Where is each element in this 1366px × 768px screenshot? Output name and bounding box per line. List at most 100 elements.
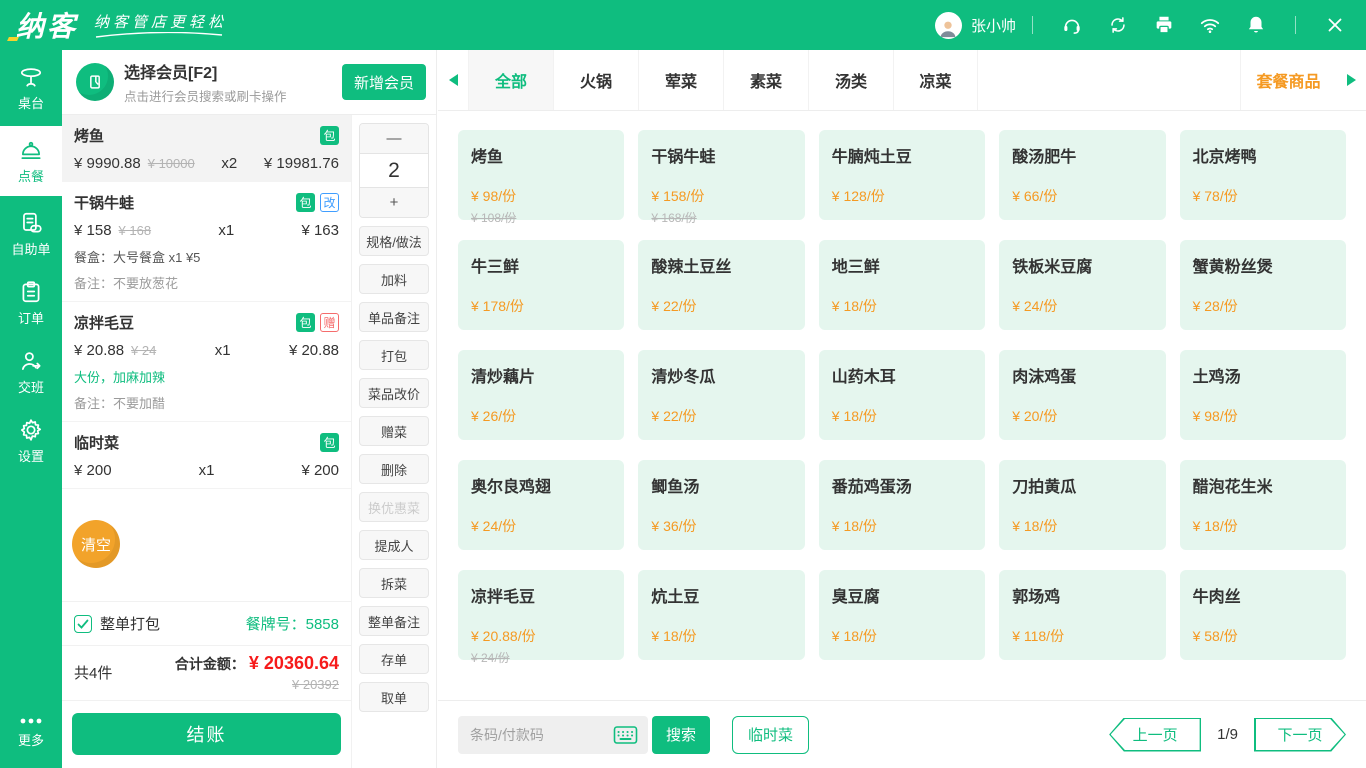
action-column: — 2 + 规格/做法加料单品备注打包菜品改价赠菜删除换优惠菜提成人拆菜整单备注…: [352, 115, 436, 768]
menu-item-card[interactable]: 酸汤肥牛 ¥ 66/份: [999, 130, 1165, 220]
menu-item-card[interactable]: 蟹黄粉丝煲 ¥ 28/份: [1180, 240, 1346, 330]
menu-item-card[interactable]: 烤鱼 ¥ 98/份 ¥ 108/份: [458, 130, 624, 220]
sidebar-item-order-list[interactable]: 订单: [0, 272, 62, 334]
action-button[interactable]: 赠菜: [359, 416, 429, 446]
printer-icon[interactable]: [1153, 14, 1175, 36]
page-indicator: 1/9: [1217, 726, 1238, 743]
menu-item-card[interactable]: 牛腩炖土豆 ¥ 128/份: [819, 130, 985, 220]
cart-column: 烤鱼 包 ¥ 9990.88 ¥ 10000 x2 ¥ 19981.76 干锅牛…: [62, 115, 352, 768]
action-button[interactable]: 存单: [359, 644, 429, 674]
menu-item-card[interactable]: 干锅牛蛙 ¥ 158/份 ¥ 168/份: [638, 130, 804, 220]
search-button[interactable]: 搜索: [652, 716, 710, 754]
menu-item-price: ¥ 18/份: [832, 626, 877, 646]
pack-badge: 包: [320, 433, 339, 452]
brand-accent: [7, 37, 19, 41]
menu-item-price: ¥ 26/份: [471, 406, 516, 426]
category-tab[interactable]: 荤菜: [638, 50, 723, 110]
next-page-button[interactable]: 下一页: [1254, 718, 1346, 752]
menu-item-price: ¥ 24/份: [471, 516, 516, 536]
user-chip[interactable]: 张小帅: [935, 12, 1016, 39]
menu-item-name: 清炒藕片: [471, 363, 611, 387]
cart-item-price: ¥ 9990.88: [74, 155, 141, 172]
cloud-sync-icon[interactable]: [1107, 14, 1129, 36]
menu-item-name: 酸辣土豆丝: [651, 253, 791, 277]
action-button[interactable]: 单品备注: [359, 302, 429, 332]
cart-item-qty: x1: [215, 342, 231, 359]
order-panel: 选择会员[F2] 点击进行会员搜索或刷卡操作 新增会员 烤鱼 包 ¥ 9990.…: [62, 50, 437, 768]
brand-slogan: 纳客管店更轻松: [94, 11, 227, 39]
bell-icon[interactable]: [1245, 14, 1267, 36]
sidebar-item-self-order[interactable]: 自助单: [0, 203, 62, 265]
wifi-icon[interactable]: [1199, 14, 1221, 36]
menu-item-card[interactable]: 奥尔良鸡翅 ¥ 24/份: [458, 460, 624, 550]
quantity-plus-button[interactable]: +: [360, 188, 428, 217]
sidebar-item-shift-person[interactable]: 交班: [0, 341, 62, 403]
cart-item[interactable]: 临时菜 包 ¥ 200 x1 ¥ 200: [62, 422, 351, 489]
member-select-area[interactable]: 选择会员[F2] 点击进行会员搜索或刷卡操作: [124, 59, 287, 105]
tab-combo-products[interactable]: 套餐商品: [1240, 50, 1336, 110]
add-member-button[interactable]: 新增会员: [342, 64, 426, 100]
sidebar-item-gear[interactable]: 设置: [0, 410, 62, 472]
sidebar-item-cloche[interactable]: 点餐: [0, 126, 62, 196]
headset-icon[interactable]: [1061, 14, 1083, 36]
cart-item-amount: ¥ 200: [301, 462, 339, 479]
category-tab[interactable]: 素菜: [723, 50, 808, 110]
menu-item-card[interactable]: 山药木耳 ¥ 18/份: [819, 350, 985, 440]
menu-item-card[interactable]: 炕土豆 ¥ 18/份: [638, 570, 804, 660]
cart-item[interactable]: 烤鱼 包 ¥ 9990.88 ¥ 10000 x2 ¥ 19981.76: [62, 115, 351, 182]
menu-item-card[interactable]: 北京烤鸭 ¥ 78/份: [1180, 130, 1346, 220]
clear-cart-button[interactable]: 清空: [72, 520, 120, 568]
member-title: 选择会员[F2]: [124, 59, 287, 83]
menu-item-name: 牛三鲜: [471, 253, 611, 277]
cart-item-note: 备注：不要放葱花: [74, 273, 339, 292]
menu-item-card[interactable]: 鲫鱼汤 ¥ 36/份: [638, 460, 804, 550]
cart-item[interactable]: 干锅牛蛙 包改 ¥ 158 ¥ 168 x1 ¥ 163 餐盒：大号餐盒 x1 …: [62, 182, 351, 302]
menu-item-card[interactable]: 清炒藕片 ¥ 26/份: [458, 350, 624, 440]
category-tab[interactable]: 火锅: [553, 50, 638, 110]
action-button[interactable]: 菜品改价: [359, 378, 429, 408]
menu-item-card[interactable]: 臭豆腐 ¥ 18/份: [819, 570, 985, 660]
category-tab[interactable]: 全部: [468, 50, 553, 110]
menu-item-card[interactable]: 铁板米豆腐 ¥ 24/份: [999, 240, 1165, 330]
action-button[interactable]: 整单备注: [359, 606, 429, 636]
topbar-divider: [1032, 16, 1033, 34]
action-button[interactable]: 提成人: [359, 530, 429, 560]
keyboard-icon[interactable]: [613, 724, 638, 746]
action-button[interactable]: 删除: [359, 454, 429, 484]
action-button[interactable]: 规格/做法: [359, 226, 429, 256]
menu-item-card[interactable]: 刀拍黄瓜 ¥ 18/份: [999, 460, 1165, 550]
action-button[interactable]: 取单: [359, 682, 429, 712]
prev-page-button[interactable]: 上一页: [1109, 718, 1201, 752]
action-button[interactable]: 拆菜: [359, 568, 429, 598]
menu-item-card[interactable]: 凉拌毛豆 ¥ 20.88/份 ¥ 24/份: [458, 570, 624, 660]
menu-item-card[interactable]: 醋泡花生米 ¥ 18/份: [1180, 460, 1346, 550]
menu-item-name: 山药木耳: [832, 363, 972, 387]
menu-item-card[interactable]: 肉沫鸡蛋 ¥ 20/份: [999, 350, 1165, 440]
menu-item-card[interactable]: 牛三鲜 ¥ 178/份: [458, 240, 624, 330]
close-icon[interactable]: [1324, 14, 1346, 36]
checkout-button[interactable]: 结账: [72, 713, 341, 755]
quantity-minus-button[interactable]: —: [360, 124, 428, 153]
cart-item-original-price: ¥ 168: [119, 223, 152, 238]
panel-body: 烤鱼 包 ¥ 9990.88 ¥ 10000 x2 ¥ 19981.76 干锅牛…: [62, 115, 436, 768]
sidebar-item-more[interactable]: 更多: [0, 706, 62, 758]
menu-item-card[interactable]: 地三鲜 ¥ 18/份: [819, 240, 985, 330]
category-tab[interactable]: 汤类: [808, 50, 893, 110]
menu-item-card[interactable]: 清炒冬瓜 ¥ 22/份: [638, 350, 804, 440]
action-button[interactable]: 加料: [359, 264, 429, 294]
sidebar-item-table[interactable]: 桌台: [0, 57, 62, 119]
menu-item-card[interactable]: 郭场鸡 ¥ 118/份: [999, 570, 1165, 660]
chevron-left-icon: [449, 74, 458, 86]
temp-dish-button[interactable]: 临时菜: [732, 716, 809, 754]
action-button[interactable]: 打包: [359, 340, 429, 370]
tabs-scroll-left[interactable]: [438, 50, 468, 110]
pack-all-checkbox[interactable]: [74, 615, 92, 633]
tabs-scroll-right[interactable]: [1336, 50, 1366, 110]
category-tab[interactable]: 凉菜: [893, 50, 978, 110]
menu-item-card[interactable]: 番茄鸡蛋汤 ¥ 18/份: [819, 460, 985, 550]
menu-item-card[interactable]: 土鸡汤 ¥ 98/份: [1180, 350, 1346, 440]
menu-item-card[interactable]: 酸辣土豆丝 ¥ 22/份: [638, 240, 804, 330]
pos-app: 纳客 纳客管店更轻松 张小帅: [0, 0, 1366, 768]
cart-item[interactable]: 凉拌毛豆 包赠 ¥ 20.88 ¥ 24 x1 ¥ 20.88 大份，加麻加辣 …: [62, 302, 351, 422]
menu-item-card[interactable]: 牛肉丝 ¥ 58/份: [1180, 570, 1346, 660]
